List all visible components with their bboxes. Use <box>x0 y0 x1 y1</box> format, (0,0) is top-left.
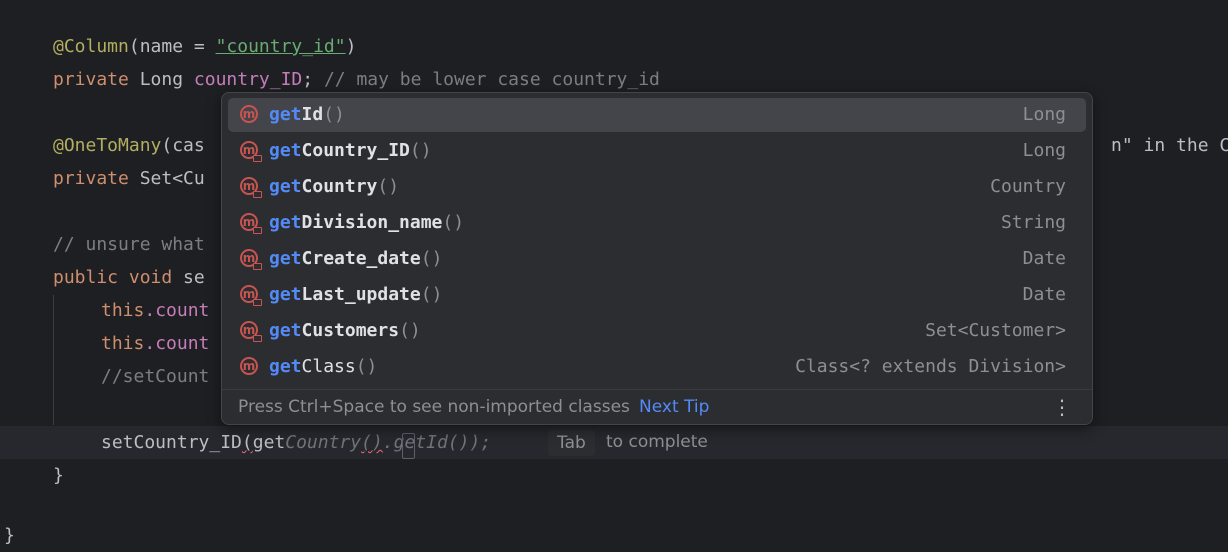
code-line-11: //setCount <box>101 366 210 387</box>
method-icon: m <box>240 249 262 270</box>
completion-item[interactable]: m getCountry() Country <box>228 170 1086 204</box>
indent-guide <box>53 295 54 425</box>
code-line-5: private Set<Cu <box>53 168 205 189</box>
method-icon: m <box>240 177 262 198</box>
method-icon: m <box>240 141 262 162</box>
code-line-4-tail: n" in the Cu <box>1111 135 1228 156</box>
code-line-10: this.count <box>101 333 210 354</box>
completion-item[interactable]: m getDivision_name() String <box>228 206 1086 240</box>
completion-item[interactable]: m getCustomers() Set<Customer> <box>228 314 1086 348</box>
method-icon: m <box>240 213 262 234</box>
completion-item[interactable]: m getCreate_date() Date <box>228 242 1086 276</box>
more-options-icon[interactable]: ⋮ <box>1052 390 1072 424</box>
complete-hint-text: to complete <box>606 432 708 452</box>
completion-popup: m getId() Long m getCountry_ID() Long m … <box>221 92 1093 425</box>
completion-footer: Press Ctrl+Space to see non-imported cla… <box>222 389 1092 424</box>
completion-item[interactable]: m getId() Long <box>228 98 1086 132</box>
code-line-14: } <box>53 465 64 486</box>
code-line-4: @OneToMany(cas <box>53 135 205 156</box>
completion-item[interactable]: m getCountry_ID() Long <box>228 134 1086 168</box>
code-line-13: setCountry_ID(getCountry().getId()); <box>101 432 492 453</box>
completion-item[interactable]: m getLast_update() Date <box>228 278 1086 312</box>
method-icon: m <box>240 321 262 342</box>
code-line-1: @Column(name = "country_id") <box>53 36 357 57</box>
code-line-9: this.count <box>101 300 210 321</box>
footer-tip-text: Press Ctrl+Space to see non-imported cla… <box>238 397 630 417</box>
next-tip-link[interactable]: Next Tip <box>639 390 709 424</box>
tab-key-badge: Tab <box>548 430 595 456</box>
code-line-8: public void se <box>53 267 205 288</box>
parameter-hint-box <box>402 433 415 459</box>
method-icon: m <box>240 285 262 306</box>
completion-item[interactable]: m getClass() Class<? extends Division> <box>228 350 1086 384</box>
code-line-7: // unsure what <box>53 234 205 255</box>
code-line-16: } <box>4 525 15 546</box>
method-icon: m <box>240 105 258 123</box>
method-icon: m <box>240 357 258 375</box>
